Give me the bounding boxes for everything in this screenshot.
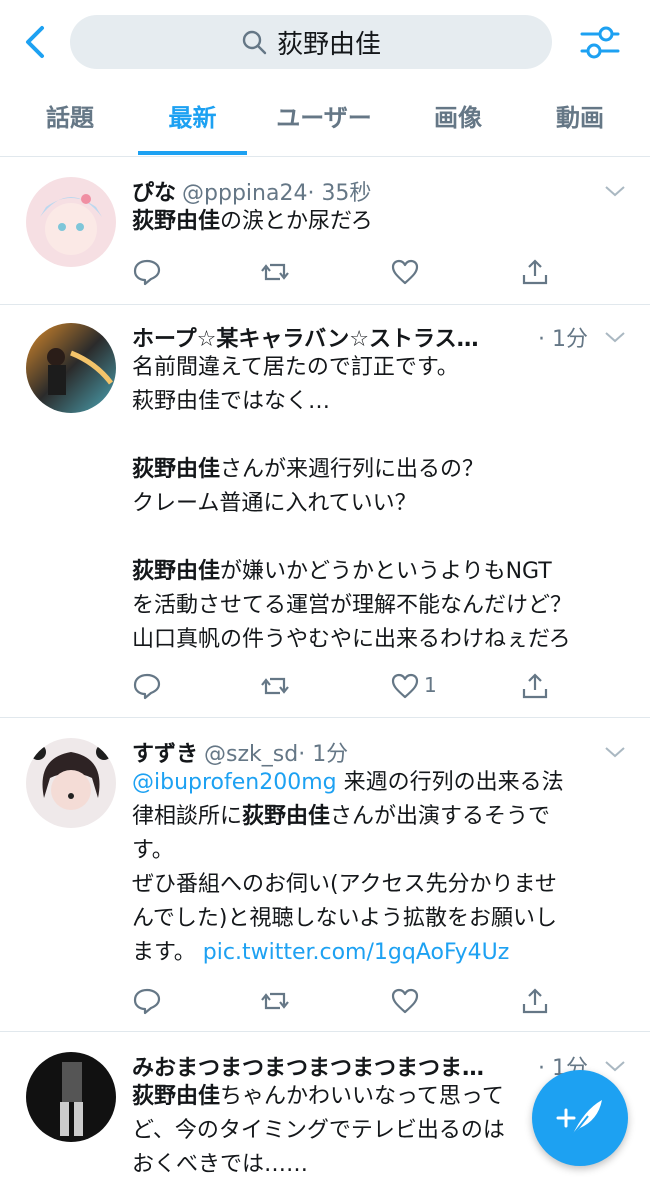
tweet-header: ホープ☆某キャラバン☆ストラス… <box>132 321 479 353</box>
display-name[interactable]: ホープ☆某キャラバン☆ストラス… <box>132 327 479 352</box>
retweet-icon[interactable] <box>260 671 290 701</box>
compose-feather-icon <box>556 1100 602 1137</box>
share-icon[interactable] <box>520 671 550 701</box>
chevron-down-icon[interactable] <box>603 744 627 760</box>
avatar[interactable] <box>26 177 116 267</box>
tweet[interactable]: すずき @szk_sd· 1分 @ibuprofen200mg 来週の行列の出来る… <box>0 718 650 1032</box>
avatar[interactable] <box>26 1052 116 1142</box>
display-name[interactable]: ぴな <box>132 181 176 206</box>
search-input[interactable]: 荻野由佳 <box>70 15 552 69</box>
timestamp: · 1分 <box>298 742 349 767</box>
like-icon[interactable] <box>390 257 420 287</box>
timestamp: · 35秒 <box>307 181 372 206</box>
tweet-actions <box>132 257 552 287</box>
tweet-text: @ibuprofen200mg 来週の行列の出来る法 律相談所に荻野由佳さんが出… <box>132 770 564 965</box>
tweet-header: すずき @szk_sd· 1分 <box>132 736 348 768</box>
search-tabs: 話題 最新 ユーザー 画像 動画 <box>0 84 650 157</box>
filter-settings-icon[interactable] <box>578 22 622 62</box>
tab-videos[interactable]: 動画 <box>530 84 630 156</box>
share-icon[interactable] <box>520 986 550 1016</box>
display-name[interactable]: みおまつまつまつまつまつまつま… <box>132 1056 484 1081</box>
tweet-time: · 1分 <box>538 321 588 353</box>
reply-icon[interactable] <box>132 986 162 1016</box>
display-name[interactable]: すずき <box>132 742 198 767</box>
like-count: 1 <box>424 673 437 697</box>
mention-link[interactable]: @ibuprofen200mg <box>132 770 337 795</box>
tweet-header: ぴな @pppina24· 35秒 <box>132 175 371 207</box>
user-handle[interactable]: @pppina24 <box>182 181 307 206</box>
tab-top[interactable]: 話題 <box>20 84 120 156</box>
tweet-header: みおまつまつまつまつまつまつま… <box>132 1050 484 1082</box>
timestamp: · 1分 <box>538 327 588 352</box>
like-icon[interactable] <box>390 671 420 701</box>
tweet-text: 名前間違えて居たので訂正です。 萩野由佳ではなく… 荻野由佳さんが来週行列に出る… <box>132 355 573 652</box>
tab-photos[interactable]: 画像 <box>408 84 508 156</box>
active-tab-indicator <box>138 151 247 155</box>
reply-icon[interactable] <box>132 257 162 287</box>
reply-icon[interactable] <box>132 671 162 701</box>
like-icon[interactable] <box>390 986 420 1016</box>
tweet[interactable]: ぴな @pppina24· 35秒 荻野由佳の涙とか尿だろ <box>0 157 650 305</box>
retweet-icon[interactable] <box>260 986 290 1016</box>
share-icon[interactable] <box>520 257 550 287</box>
compose-tweet-button[interactable] <box>532 1070 628 1166</box>
tab-users[interactable]: ユーザー <box>262 84 386 156</box>
media-link[interactable]: pic.twitter.com/1gqAoFy4Uz <box>203 940 509 965</box>
tweet-text: 荻野由佳の涙とか尿だろ <box>132 209 373 234</box>
avatar[interactable] <box>26 323 116 413</box>
tweet[interactable]: ホープ☆某キャラバン☆ストラス… · 1分 名前間違えて居たので訂正です。 萩野… <box>0 305 650 718</box>
search-icon <box>242 30 267 55</box>
tweet-actions: 1 <box>132 671 552 701</box>
user-handle[interactable]: @szk_sd <box>204 742 298 767</box>
top-bar: 荻野由佳 <box>0 0 650 84</box>
retweet-icon[interactable] <box>260 257 290 287</box>
back-arrow-icon[interactable] <box>18 22 54 62</box>
avatar[interactable] <box>26 738 116 828</box>
chevron-down-icon[interactable] <box>603 183 627 199</box>
tweet-actions <box>132 986 552 1016</box>
chevron-down-icon[interactable] <box>603 329 627 345</box>
tab-latest[interactable]: 最新 <box>138 84 247 156</box>
search-query: 荻野由佳 <box>276 29 381 60</box>
